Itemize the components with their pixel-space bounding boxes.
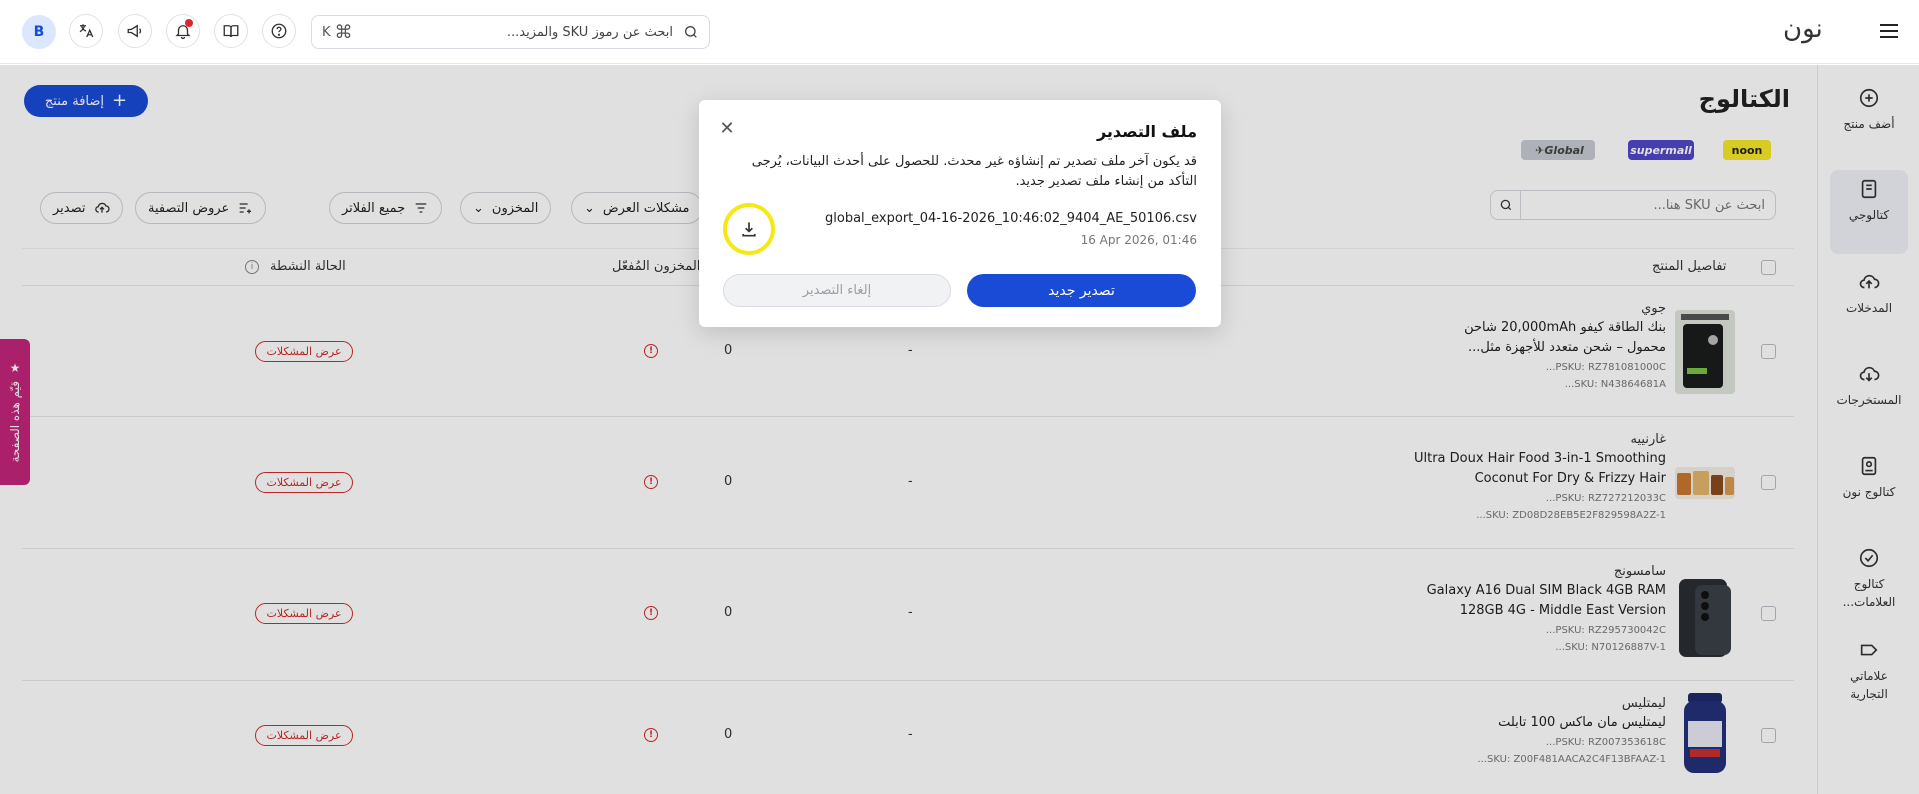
export-file-date: 16 Apr 2026, 01:46 (1080, 233, 1197, 247)
global-search-input[interactable]: K ⌘ ابحث عن رموز SKU والمزيد... (311, 15, 710, 49)
top-bar: B K ⌘ ابحث عن رموز SKU والمزيد... نون (0, 0, 1919, 64)
docs-button[interactable] (214, 14, 248, 48)
download-icon (742, 222, 756, 237)
translate-icon (79, 24, 94, 38)
noon-logo[interactable]: نون (1783, 14, 1823, 44)
search-placeholder: ابحث عن رموز SKU والمزيد... (506, 24, 673, 40)
announcements-button[interactable] (118, 14, 152, 48)
shortcut-key: K (322, 24, 331, 40)
book-open-icon (223, 25, 239, 38)
dialog-title: ملف التصدير (1096, 122, 1197, 141)
megaphone-icon (127, 24, 142, 38)
notifications-button[interactable] (166, 14, 200, 48)
new-export-button[interactable]: تصدير جديد (967, 274, 1196, 307)
translate-button[interactable] (69, 14, 103, 48)
download-file-button[interactable] (723, 203, 775, 255)
export-file-dialog: ملف التصدير ✕ قد يكون آخر ملف تصدير تم إ… (699, 100, 1221, 327)
search-icon (685, 26, 697, 38)
help-button[interactable] (262, 14, 296, 48)
dialog-message: قد يكون آخر ملف تصدير تم إنشاؤه غير محدث… (751, 154, 1197, 189)
export-file-name[interactable]: global_export_04-16-2026_10:46:02_9404_A… (825, 211, 1197, 226)
close-icon[interactable]: ✕ (717, 118, 737, 139)
avatar[interactable]: B (22, 15, 56, 49)
search-shortcut: K ⌘ (322, 22, 353, 43)
command-icon: ⌘ (334, 21, 353, 43)
cancel-export-button[interactable]: إلغاء التصدير (723, 274, 951, 307)
help-icon (271, 23, 287, 39)
menu-icon[interactable] (1880, 24, 1898, 40)
notification-dot (185, 19, 193, 27)
